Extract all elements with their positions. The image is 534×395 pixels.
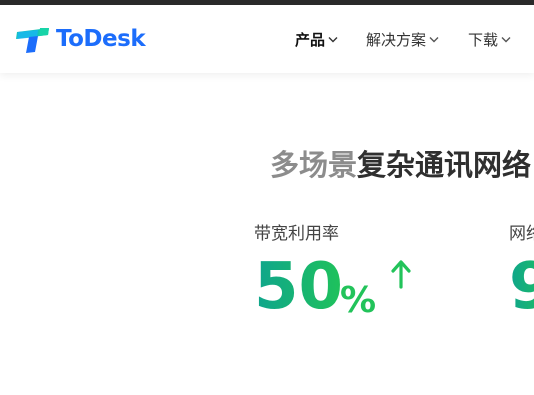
headline-muted: 多场景 xyxy=(270,148,358,182)
arrow-up-icon xyxy=(391,260,411,289)
todesk-logo[interactable]: ToDesk xyxy=(16,25,146,53)
stat-value-bandwidth: 50 xyxy=(254,250,344,324)
site-header: ToDesk 产品 解决方案 下载 xyxy=(0,5,534,73)
brand-name: ToDesk xyxy=(56,26,146,52)
stat-label-network: 网络 xyxy=(509,224,534,244)
nav-products[interactable]: 产品 xyxy=(295,5,338,73)
stat-value-network: 9 xyxy=(509,252,534,322)
nav-download[interactable]: 下载 xyxy=(468,5,511,73)
nav-download-label: 下载 xyxy=(468,30,499,49)
chevron-down-icon xyxy=(429,36,439,42)
todesk-logo-icon xyxy=(16,28,49,53)
chevron-down-icon xyxy=(501,36,511,42)
stat-label-bandwidth: 带宽利用率 xyxy=(254,224,339,244)
section-headline: 多场景复杂通讯网络 xyxy=(270,142,531,184)
nav-products-label: 产品 xyxy=(295,30,326,49)
chevron-down-icon xyxy=(328,36,338,42)
nav-solutions-label: 解决方案 xyxy=(366,30,427,49)
nav-solutions[interactable]: 解决方案 xyxy=(366,5,439,73)
headline-dark: 复杂通讯网络 xyxy=(357,148,532,182)
stat-unit-percent: % xyxy=(340,280,377,321)
